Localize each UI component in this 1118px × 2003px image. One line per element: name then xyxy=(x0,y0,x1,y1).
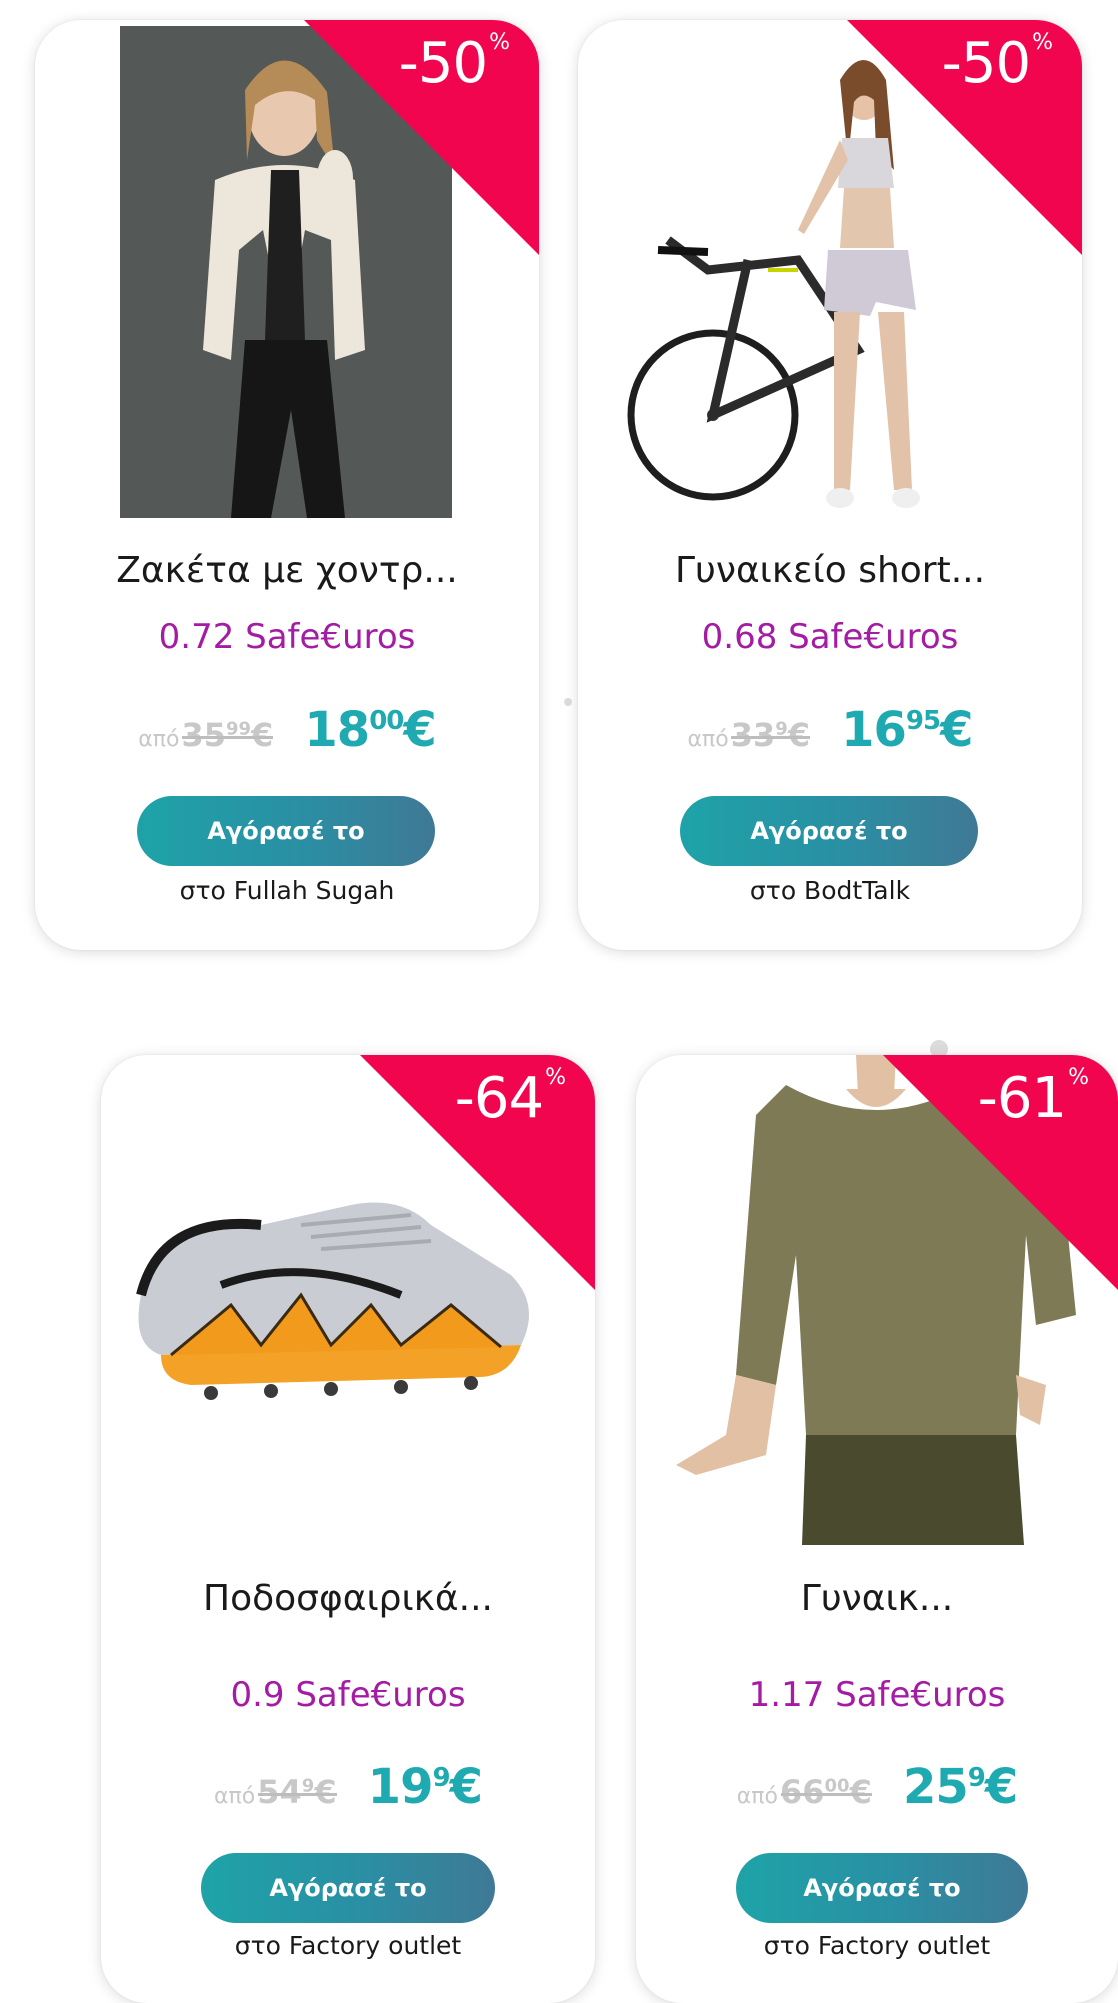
product-image[interactable]: -61% xyxy=(636,1055,1118,1575)
buy-button[interactable]: Αγόρασέ το xyxy=(201,1853,495,1923)
discount-badge: -64% xyxy=(454,1065,566,1131)
price-row: από3599€ 1800€ xyxy=(35,702,539,758)
buy-button[interactable]: Αγόρασέ το xyxy=(680,796,978,866)
product-title[interactable]: Ποδοσφαιρικά... xyxy=(101,1578,595,1619)
product-title[interactable]: Ζακέτα με χοντρ... xyxy=(35,550,539,591)
old-price: από339€ xyxy=(687,716,811,754)
product-card[interactable]: -50% Ζακέτα με χοντρ... 0.72 Safe€uros α… xyxy=(35,20,539,950)
product-card[interactable]: -61% Γυναικ... 1.17 Safe€uros από6600€ 2… xyxy=(636,1055,1118,2003)
price-row: από339€ 1695€ xyxy=(578,702,1082,758)
discount-badge: -61% xyxy=(977,1065,1089,1131)
store-name: στο BodtTalk xyxy=(749,876,911,905)
old-price: από6600€ xyxy=(737,1773,872,1811)
old-price: από3599€ xyxy=(138,716,274,754)
store-name: στο Fullah Sugah xyxy=(179,876,395,905)
product-image[interactable]: -50% xyxy=(35,20,539,530)
product-image[interactable]: -64% xyxy=(101,1055,595,1575)
buy-button[interactable]: Αγόρασέ το xyxy=(137,796,435,866)
product-image[interactable]: -50% xyxy=(578,20,1082,530)
safeuros-value: 0.9 Safe€uros xyxy=(230,1675,466,1715)
new-price: 199€ xyxy=(367,1759,483,1815)
new-price: 1800€ xyxy=(304,702,436,758)
safeuros-value: 0.68 Safe€uros xyxy=(701,617,959,657)
snow-dot xyxy=(564,698,572,706)
safeuros-value: 1.17 Safe€uros xyxy=(748,1675,1006,1715)
discount-badge: -50% xyxy=(398,30,510,96)
product-card[interactable]: -64% Ποδοσφαιρικά... 0.9 Safe€uros από54… xyxy=(101,1055,595,2003)
old-price: από549€ xyxy=(214,1773,337,1811)
discount-badge: -50% xyxy=(941,30,1053,96)
new-price: 1695€ xyxy=(841,702,973,758)
product-title[interactable]: Γυναικ... xyxy=(636,1578,1118,1619)
product-card[interactable]: -50% Γυναικείο short... 0.68 Safe€uros α… xyxy=(578,20,1082,950)
store-name: στο Factory outlet xyxy=(234,1931,462,1960)
price-row: από6600€ 259€ xyxy=(636,1759,1118,1815)
buy-button[interactable]: Αγόρασέ το xyxy=(736,1853,1028,1923)
safeuros-value: 0.72 Safe€uros xyxy=(158,617,416,657)
product-title[interactable]: Γυναικείο short... xyxy=(578,550,1082,591)
store-name: στο Factory outlet xyxy=(763,1931,991,1960)
new-price: 259€ xyxy=(902,1759,1018,1815)
price-row: από549€ 199€ xyxy=(101,1759,595,1815)
